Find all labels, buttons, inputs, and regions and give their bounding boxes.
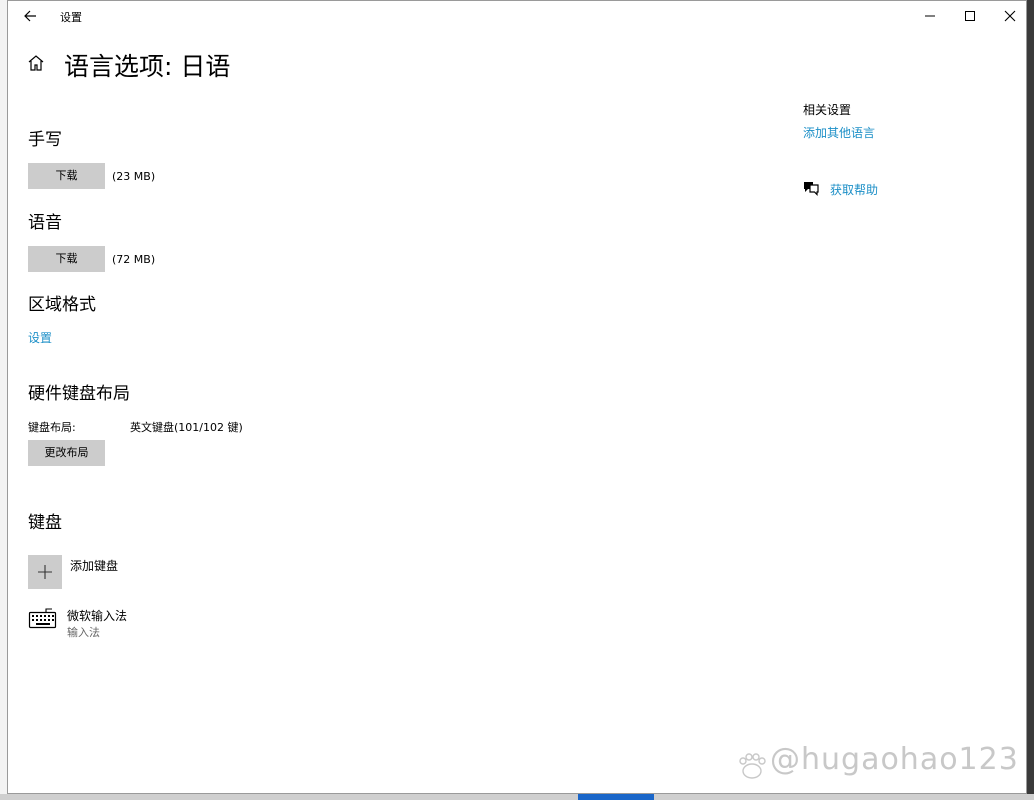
close-icon[interactable] — [996, 6, 1024, 26]
handwriting-download-button[interactable]: 下载 — [28, 163, 105, 189]
keyboard-section-title: 键盘 — [28, 513, 62, 533]
settings-window: 设置 语言选项: 日语 手写 下载 (23 MB) 语音 下载 (72 MB) … — [7, 0, 1027, 794]
speech-size: (72 MB) — [112, 253, 156, 266]
get-help-link[interactable]: 获取帮助 — [830, 181, 878, 198]
regional-section-title: 区域格式 — [28, 295, 96, 315]
ime-subtitle: 输入法 — [67, 626, 100, 639]
keyboard-layout-label: 键盘布局: — [28, 421, 76, 434]
taskbar-active-item — [578, 794, 654, 800]
home-icon[interactable] — [26, 53, 46, 73]
maximize-icon[interactable] — [956, 6, 984, 26]
ime-name[interactable]: 微软输入法 — [67, 607, 127, 624]
help-chat-icon — [804, 182, 819, 196]
title-bar: 设置 — [8, 1, 1026, 31]
hardware-keyboard-section-title: 硬件键盘布局 — [28, 384, 130, 404]
watermark-text: @hugaohao123 — [770, 742, 1019, 777]
regional-settings-link[interactable]: 设置 — [28, 329, 52, 346]
keyboard-layout-value: 英文键盘(101/102 键) — [130, 421, 243, 434]
keyboard-icon — [28, 608, 57, 629]
back-arrow-icon[interactable] — [20, 6, 42, 26]
speech-section-title: 语音 — [28, 213, 62, 233]
speech-download-button[interactable]: 下载 — [28, 246, 105, 272]
window-title: 设置 — [60, 11, 82, 24]
handwriting-section-title: 手写 — [28, 130, 62, 150]
plus-icon — [38, 565, 52, 579]
baidu-paw-icon — [739, 753, 766, 779]
handwriting-size: (23 MB) — [112, 170, 156, 183]
minimize-icon[interactable] — [916, 6, 944, 26]
add-language-link[interactable]: 添加其他语言 — [803, 124, 875, 141]
page-title: 语言选项: 日语 — [64, 52, 231, 81]
add-keyboard-button[interactable] — [28, 555, 62, 589]
add-keyboard-label[interactable]: 添加键盘 — [70, 557, 118, 574]
change-layout-button[interactable]: 更改布局 — [28, 440, 105, 466]
related-settings-title: 相关设置 — [803, 103, 852, 117]
taskbar-strip — [0, 794, 1034, 800]
